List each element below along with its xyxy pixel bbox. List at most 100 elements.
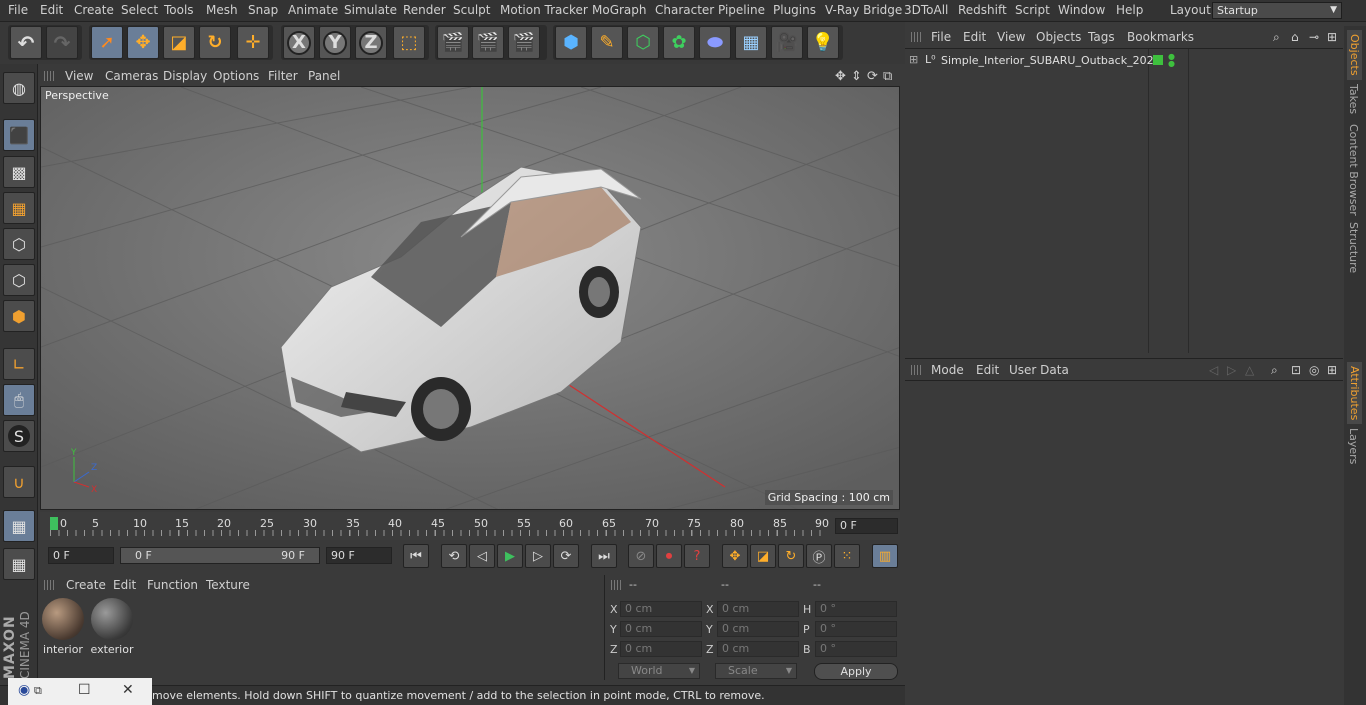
new-window-icon[interactable]: ⊞ [1327,30,1337,44]
objects-menu-edit[interactable]: Edit [963,30,986,44]
menu-motion-tracker[interactable]: Motion Tracker [500,3,588,17]
material-menu-edit[interactable]: Edit [113,578,136,592]
new-window-icon[interactable]: ⊞ [1327,363,1337,377]
timeline-window-button[interactable]: ▥ [872,544,898,568]
menu-character[interactable]: Character [655,3,714,17]
menu-redshift[interactable]: Redshift [958,3,1007,17]
undo-button[interactable]: ↶ [10,26,42,59]
end-frame-field[interactable]: 90 F [326,547,392,564]
grip-icon[interactable] [911,365,921,375]
move-tool-button[interactable]: ✥ [127,26,159,59]
viewport-menu-filter[interactable]: Filter [268,69,298,83]
menu-create[interactable]: Create [74,3,114,17]
position-z-field[interactable]: 0 cm [620,641,702,657]
model-mode-button[interactable]: ⬛ [3,119,35,151]
polygons-mode-button[interactable]: ⬢ [3,300,35,332]
start-frame-field[interactable]: 0 F [48,547,114,564]
maximize-icon[interactable]: ☐ [78,682,91,698]
next-keyframe-button[interactable]: ⟳ [553,544,579,568]
menu-vray-bridge[interactable]: V-Ray Bridge [825,3,902,17]
playhead[interactable] [50,517,58,530]
viewport-menu-options[interactable]: Options [213,69,259,83]
redo-button[interactable]: ↷ [46,26,78,59]
last-tool-button[interactable]: ✛ [237,26,269,59]
grip-icon[interactable] [611,580,621,590]
size-y-field[interactable]: 0 cm [717,621,799,637]
preview-range-slider[interactable]: 0 F 90 F [120,547,320,564]
tab-attributes[interactable]: Attributes [1347,362,1362,425]
maximize-view-icon[interactable]: ⧉ [883,69,892,84]
menu-3dtoall[interactable]: 3DToAll [904,3,948,17]
attr-menu-edit[interactable]: Edit [976,363,999,377]
attr-menu-user-data[interactable]: User Data [1009,363,1069,377]
play-button[interactable]: ▶ [497,544,523,568]
viewport-menu-display[interactable]: Display [163,69,207,83]
y-axis-lock-button[interactable]: Y [319,26,351,59]
next-frame-button[interactable]: ▷ [525,544,551,568]
floor-button[interactable]: ▦ [735,26,767,59]
restore-icon[interactable]: ⧉ [34,684,42,698]
rotation-b-field[interactable]: 0 ° [815,641,897,657]
viewport-menu-panel[interactable]: Panel [308,69,340,83]
planar-workplane-button[interactable]: ▦ [3,548,35,580]
render-picture-viewer-button[interactable]: 🎬 [472,26,504,59]
material-menu-texture[interactable]: Texture [206,578,250,592]
pen-spline-button[interactable]: ✎ [591,26,623,59]
workplane-mode-button[interactable]: ▦ [3,192,35,224]
back-arrow-icon[interactable]: ◁ [1209,363,1218,377]
grip-icon[interactable] [44,71,54,81]
tab-objects[interactable]: Objects [1347,30,1362,80]
menu-plugins[interactable]: Plugins [773,3,816,17]
previous-frame-button[interactable]: ◁ [469,544,495,568]
snap-button[interactable]: ∪ [3,466,35,498]
motion-record-button[interactable]: ⊘ [628,544,654,568]
menu-file[interactable]: File [8,3,28,17]
live-selection-button[interactable]: ➚ [91,26,123,59]
home-icon[interactable]: ⌂ [1291,30,1299,44]
material-menu-create[interactable]: Create [66,578,106,592]
forward-arrow-icon[interactable]: ▷ [1227,363,1236,377]
menu-mesh[interactable]: Mesh [206,3,238,17]
size-z-field[interactable]: 0 cm [717,641,799,657]
tab-content-browser[interactable]: Content Browser [1347,124,1360,216]
current-frame-field[interactable]: 0 F [835,518,898,534]
object-name[interactable]: Simple_Interior_SUBARU_Outback_2021 [941,54,1161,67]
rotation-h-field[interactable]: 0 ° [815,601,897,617]
workplane-lock-button[interactable]: ▦ [3,510,35,542]
x-axis-lock-button[interactable]: X [283,26,315,59]
coordinate-system-button[interactable]: ⬚ [393,26,425,59]
menu-help[interactable]: Help [1116,3,1143,17]
position-y-field[interactable]: 0 cm [620,621,702,637]
position-x-field[interactable]: 0 cm [620,601,702,617]
cloner-button[interactable]: ✿ [663,26,695,59]
timeline-ruler[interactable]: 0 5 10 15 20 25 30 35 40 45 50 55 60 65 … [40,512,900,540]
record-keys-button[interactable]: ⏺ [656,544,682,568]
scale-tool-button[interactable]: ◪ [163,26,195,59]
expand-icon[interactable]: ⊞ [909,53,918,66]
grip-icon[interactable] [911,32,921,42]
menu-script[interactable]: Script [1015,3,1050,17]
solo-button[interactable]: S [3,420,35,452]
lock-icon[interactable]: ⊡ [1291,363,1301,377]
objects-menu-file[interactable]: File [931,30,951,44]
size-mode-dropdown[interactable]: Scale ▼ [715,663,797,679]
camera-button[interactable]: 🎥 [771,26,803,59]
tab-layers[interactable]: Layers [1347,428,1360,464]
render-view-button[interactable]: 🎬 [437,26,469,59]
object-row[interactable]: ⊞ L⁰ Simple_Interior_SUBARU_Outback_2021… [905,52,1343,70]
make-editable-button[interactable]: ◍ [3,72,35,104]
perspective-viewport[interactable]: Y Z X Perspective Grid Spacing : 100 cm [40,86,900,510]
menu-edit[interactable]: Edit [40,3,63,17]
search-icon[interactable]: ⌕ [1273,30,1280,45]
dolly-view-icon[interactable]: ⇕ [851,69,862,84]
pan-view-icon[interactable]: ✥ [835,69,846,84]
rotate-view-icon[interactable]: ⟳ [867,69,878,84]
cube-button[interactable]: ⬢ [555,26,587,59]
objects-menu-tags[interactable]: Tags [1088,30,1115,44]
previous-keyframe-button[interactable]: ⟲ [441,544,467,568]
objects-menu-objects[interactable]: Objects [1036,30,1081,44]
menu-pipeline[interactable]: Pipeline [718,3,765,17]
subdivision-button[interactable]: ⬡ [627,26,659,59]
apply-button[interactable]: Apply [814,663,898,680]
menu-mograph[interactable]: MoGraph [592,3,647,17]
